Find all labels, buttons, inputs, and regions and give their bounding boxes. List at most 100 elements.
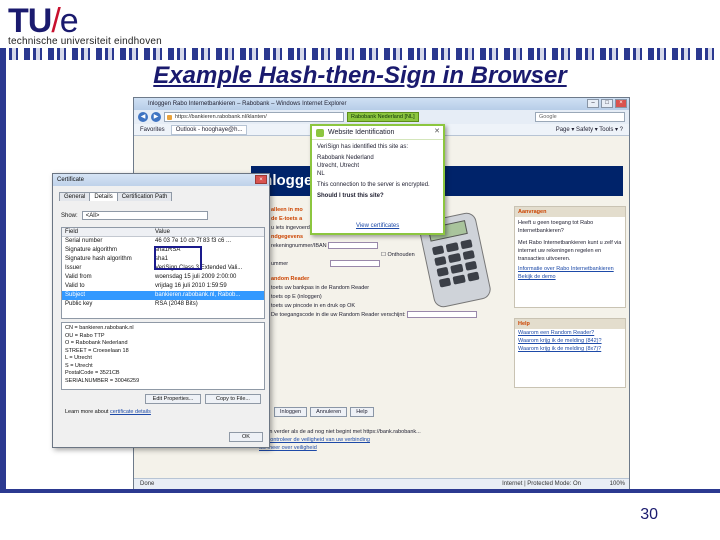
site-identity-badge[interactable]: Rabobank Nederland [NL] bbox=[347, 112, 419, 122]
identified-country: NL bbox=[317, 171, 325, 177]
login-button[interactable]: Inloggen bbox=[274, 407, 308, 417]
number-input[interactable] bbox=[329, 260, 380, 268]
security-note-1: u kan verder als de ad nog niet begint m… bbox=[259, 429, 421, 435]
help-link-8x7[interactable]: Waarom krijg ik de melding (8x7)? bbox=[515, 345, 625, 353]
field-detail-pane: CN = bankieren.rabobank.nl OU = Rabo TTP… bbox=[61, 322, 265, 390]
tue-logo: TU/e technische universiteit eindhoven bbox=[8, 4, 162, 47]
encrypted-line: This connection to the server is encrypt… bbox=[317, 182, 430, 188]
edit-properties-button[interactable]: Edit Properties... bbox=[145, 394, 201, 404]
logo-wordmark: TU/e bbox=[8, 2, 79, 40]
page-number: 30 bbox=[640, 506, 658, 523]
step-4: De toegangscode in die uw Random Reader … bbox=[271, 311, 509, 320]
certificate-title-bar: Certificate × bbox=[53, 174, 269, 186]
signature-algorithm-highlight bbox=[154, 246, 202, 270]
account-label: rekeningnummer/IBAN bbox=[271, 243, 327, 249]
aanvragen-box: Aanvragen Heeft u geen toegang tot Rabo … bbox=[514, 206, 626, 308]
cancel-button[interactable]: Annuleren bbox=[310, 407, 348, 417]
detail-line: SERIALNUMBER = 30046259 bbox=[65, 377, 140, 384]
certificate-tabs: General Details Certification Path bbox=[59, 192, 173, 201]
certificate-fields-table: Field Value Serial number 46 03 7e 10 cb … bbox=[61, 227, 265, 319]
aanvragen-text: Heeft u geen toegang tot Rabo Internetba… bbox=[518, 220, 594, 234]
url-field[interactable]: https://bankieren.rabobank.nl/klanten/ bbox=[164, 112, 344, 122]
browser-title-text: Inloggen Rabo Internetbankieren – Raboba… bbox=[148, 101, 347, 107]
security-link-more[interactable]: uw meer over veiligheid bbox=[259, 444, 499, 452]
detail-line: L = Utrecht bbox=[65, 355, 92, 361]
column-field[interactable]: Field bbox=[62, 228, 152, 236]
identified-org: Rabobank Nederland bbox=[317, 155, 374, 161]
favorites-button[interactable]: Favorites bbox=[140, 127, 165, 133]
help-link-reader[interactable]: Waarom een Random Reader? bbox=[515, 329, 625, 337]
account-input[interactable] bbox=[328, 242, 379, 250]
reader-keys bbox=[431, 239, 480, 288]
certificate-dialog: Certificate × General Details Certificat… bbox=[52, 173, 270, 448]
column-value[interactable]: Value bbox=[152, 228, 264, 236]
table-row[interactable]: Valid to vrijdag 16 juli 2010 1:59:59 bbox=[62, 282, 264, 291]
logo-subtitle: technische universiteit eindhoven bbox=[8, 36, 162, 47]
detail-line: STREET = Croeselaan 18 bbox=[65, 347, 129, 354]
identified-city: Utrecht, Utrecht bbox=[317, 163, 360, 169]
security-link-connection[interactable]: uw controleer de veiligheid van uw verbi… bbox=[259, 436, 499, 444]
aanvragen-link-demo[interactable]: Bekijk de demo bbox=[515, 273, 625, 281]
tab-certification-path[interactable]: Certification Path bbox=[116, 192, 173, 201]
close-icon[interactable]: × bbox=[255, 175, 267, 184]
status-text: Done bbox=[140, 481, 155, 487]
help-box: Help Waarom een Random Reader? Waarom kr… bbox=[514, 318, 626, 388]
table-row-selected[interactable]: Subject bankieren.rabobank.nl, Rabob... bbox=[62, 291, 264, 300]
certificate-details-link[interactable]: certificate details bbox=[110, 409, 151, 415]
step-3: toets uw pincode in en druk op OK bbox=[271, 303, 356, 309]
certificate-title: Certificate bbox=[57, 177, 85, 183]
number-label: ummer bbox=[271, 261, 289, 267]
remember-label: Onthouden bbox=[387, 252, 415, 258]
tab-general[interactable]: General bbox=[59, 192, 91, 201]
detail-line: CN = bankieren.rabobank.nl bbox=[65, 325, 134, 331]
footer-rule bbox=[0, 489, 720, 493]
close-icon[interactable]: ✕ bbox=[434, 127, 440, 135]
help-button[interactable]: Help bbox=[350, 407, 374, 417]
close-button[interactable]: × bbox=[615, 99, 627, 108]
minimize-button[interactable]: – bbox=[587, 99, 599, 108]
show-label: Show: bbox=[61, 212, 78, 219]
trust-question: Should I trust this site? bbox=[317, 193, 384, 199]
ok-button[interactable]: OK bbox=[229, 432, 263, 442]
forward-icon[interactable]: ▶ bbox=[151, 112, 161, 122]
search-input[interactable]: Google bbox=[535, 112, 625, 122]
identification-title: Website Identification bbox=[312, 126, 443, 140]
login-buttons: Inloggen Annuleren Help bbox=[274, 407, 374, 417]
table-row[interactable]: Public key RSA (2048 Bits) bbox=[62, 300, 264, 309]
detail-line: OU = Rabo TTP bbox=[65, 332, 105, 339]
slide-title: Example Hash-then-Sign in Browser bbox=[153, 62, 567, 89]
identification-body: VeriSign has identified this site as: Ra… bbox=[312, 140, 443, 203]
back-icon[interactable]: ◀ bbox=[138, 112, 148, 122]
browser-title-bar: Inloggen Rabo Internetbankieren – Raboba… bbox=[134, 98, 629, 110]
window-controls: – □ × bbox=[587, 99, 627, 108]
detail-line: O = Rabobank Nederland bbox=[65, 340, 128, 346]
view-certificates-link[interactable]: View certificates bbox=[356, 223, 399, 229]
table-header: Field Value bbox=[62, 228, 264, 237]
aanvragen-text-2: Met Rabo Internetbankieren kunt u zelf v… bbox=[518, 240, 622, 262]
aanvragen-heading: Aanvragen bbox=[515, 207, 625, 217]
identified-line: VeriSign has identified this site as: bbox=[317, 144, 409, 150]
learn-more-text: Learn more about bbox=[65, 409, 109, 415]
show-filter: Show: <All> bbox=[61, 211, 208, 220]
security-notes: u kan verder als de ad nog niet begint m… bbox=[259, 428, 499, 452]
address-bar: ◀ ▶ https://bankieren.rabobank.nl/klante… bbox=[134, 110, 629, 124]
aanvragen-link-info[interactable]: Informatie over Rabo Internetbankieren bbox=[515, 265, 625, 273]
help-link-842[interactable]: Waarom krijg ik de melding (842)? bbox=[515, 337, 625, 345]
header-stripe bbox=[0, 48, 720, 60]
website-identification-popup: Website Identification ✕ VeriSign has id… bbox=[310, 124, 445, 235]
table-row[interactable]: Valid from woensdag 15 juli 2009 2:00:00 bbox=[62, 273, 264, 282]
table-row[interactable]: Serial number 46 03 7e 10 cb 7f 83 f3 c6 … bbox=[62, 237, 264, 246]
learn-more: Learn more about certificate details bbox=[65, 409, 151, 415]
maximize-button[interactable]: □ bbox=[601, 99, 613, 108]
help-heading: Help bbox=[515, 319, 625, 329]
show-select[interactable]: <All> bbox=[81, 211, 208, 220]
left-rule bbox=[0, 60, 6, 490]
copy-to-file-button[interactable]: Copy to File... bbox=[205, 394, 261, 404]
remember-checkbox[interactable]: ☐ bbox=[381, 252, 386, 258]
access-code-input[interactable] bbox=[407, 311, 478, 319]
toolbar-menus[interactable]: Page ▾ Safety ▾ Tools ▾ ? bbox=[556, 126, 623, 133]
tab-details[interactable]: Details bbox=[89, 192, 118, 201]
detail-line: S = Utrecht bbox=[65, 362, 93, 369]
detail-line: PostalCode = 3521CB bbox=[65, 370, 120, 376]
tab-outlook[interactable]: Outlook - hooghaye@h... bbox=[170, 124, 248, 135]
